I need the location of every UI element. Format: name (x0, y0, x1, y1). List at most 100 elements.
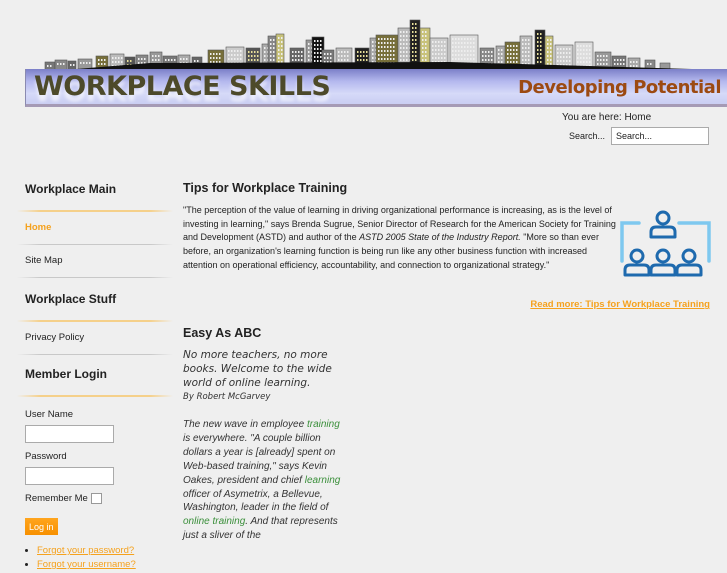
skyline-window (366, 59, 368, 61)
skyline-window (577, 45, 579, 47)
article-body: "The perception of the value of learning… (183, 204, 623, 273)
skyline-window (415, 47, 417, 49)
skyline-window (251, 51, 253, 53)
skyline-window (158, 59, 160, 61)
article-title[interactable]: Easy As ABC (183, 326, 353, 340)
skyline-window (470, 38, 472, 40)
remember-me-row: Remember Me (25, 493, 165, 504)
article-title[interactable]: Tips for Workplace Training (183, 181, 713, 195)
skyline-window (422, 55, 424, 57)
skyline-window (387, 58, 389, 60)
skyline-window (470, 54, 472, 56)
skyline-window (400, 47, 402, 49)
skyline-window (171, 59, 173, 61)
skyline-window (647, 63, 649, 65)
skyline-window (422, 35, 424, 37)
skyline-window (550, 51, 552, 53)
site-header: WORKPLACE SKILLS Developing Potential (0, 0, 727, 112)
skyline-window (240, 58, 242, 60)
skyline-window (393, 50, 395, 52)
article-text: officer of Asymetrix, a Bellevue, Washin… (183, 488, 329, 514)
skyline-window (455, 50, 457, 52)
skyline-window (569, 52, 571, 54)
search-input[interactable] (611, 127, 709, 145)
skyline-window (547, 47, 549, 49)
skyline-window (563, 60, 565, 62)
site-title[interactable]: WORKPLACE SKILLS (34, 71, 331, 102)
article-easy-as-abc: Easy As ABC No more teachers, no more bo… (183, 326, 353, 543)
username-field[interactable] (25, 425, 114, 443)
forgot-password-link[interactable]: Forgot your password? (37, 545, 134, 556)
header-banner[interactable]: WORKPLACE SKILLS Developing Potential (25, 69, 727, 107)
skyline-window (415, 43, 417, 45)
skyline-window (400, 51, 402, 53)
skyline-window (467, 58, 469, 60)
skyline-window (444, 45, 446, 47)
read-more-link[interactable]: Read more: Tips for Workplace Training (530, 299, 710, 310)
skyline-window (455, 42, 457, 44)
skyline-window (257, 55, 259, 57)
skyline-window (455, 46, 457, 48)
skyline-window (547, 51, 549, 53)
skyline-window (415, 31, 417, 33)
skyline-window (101, 59, 103, 61)
skyline-window (98, 63, 100, 65)
inline-link[interactable]: online training (183, 516, 245, 527)
skyline-window (295, 55, 297, 57)
skyline-window (623, 63, 625, 65)
menu-heading-workplace-stuff: Workplace Stuff (25, 292, 117, 306)
skyline-window (597, 59, 599, 61)
skyline-window (444, 49, 446, 51)
article-body: The new wave in employee training is eve… (183, 418, 348, 543)
skyline-window (547, 43, 549, 45)
skyline-window (301, 55, 303, 57)
skyline-window (308, 51, 310, 53)
skyline-window (550, 43, 552, 45)
skyline-window (507, 57, 509, 59)
skyline-window (381, 54, 383, 56)
skyline-window (301, 59, 303, 61)
article-byline: By Robert McGarvey (183, 392, 271, 402)
skyline-window (580, 49, 582, 51)
skyline-window (347, 55, 349, 57)
skyline-window (525, 51, 527, 53)
skyline-window (360, 55, 362, 57)
skyline-window (360, 59, 362, 61)
skyline-window (566, 60, 568, 62)
sidebar-item-site-map[interactable]: Site Map (25, 255, 165, 266)
skyline-window (393, 46, 395, 48)
skyline-window (384, 42, 386, 44)
skyline-window (347, 59, 349, 61)
skyline-window (482, 55, 484, 57)
skyline-window (338, 59, 340, 61)
remember-me-checkbox[interactable] (90, 493, 102, 504)
skyline-window (213, 61, 215, 63)
skyline-window (507, 45, 509, 47)
article-tips: Tips for Workplace Training "The percept… (183, 181, 713, 310)
skyline-window (273, 51, 275, 53)
skyline-window (458, 46, 460, 48)
sidebar-item-home[interactable]: Home (25, 222, 165, 233)
skyline-window (50, 65, 52, 67)
skyline-window (278, 45, 280, 47)
skyline-window (141, 58, 143, 60)
member-login-heading: Member Login (25, 367, 108, 381)
skyline-window (513, 57, 515, 59)
skyline-window (403, 55, 405, 57)
skyline-window (438, 41, 440, 43)
skyline-window (606, 55, 608, 57)
skyline-window (73, 64, 75, 66)
skyline-window (400, 35, 402, 37)
inline-link[interactable]: training (307, 419, 340, 430)
inline-link[interactable]: learning (305, 475, 341, 486)
sidebar-item-privacy-policy[interactable]: Privacy Policy (25, 332, 165, 343)
skyline-window (498, 61, 500, 63)
password-field[interactable] (25, 467, 114, 485)
skyline-window (422, 47, 424, 49)
forgot-username-link[interactable]: Forgot your username? (37, 559, 136, 570)
skyline-window (400, 43, 402, 45)
login-button[interactable]: Log in (25, 518, 58, 535)
skyline-window (586, 57, 588, 59)
skyline-window (194, 60, 196, 62)
skyline-window (488, 59, 490, 61)
